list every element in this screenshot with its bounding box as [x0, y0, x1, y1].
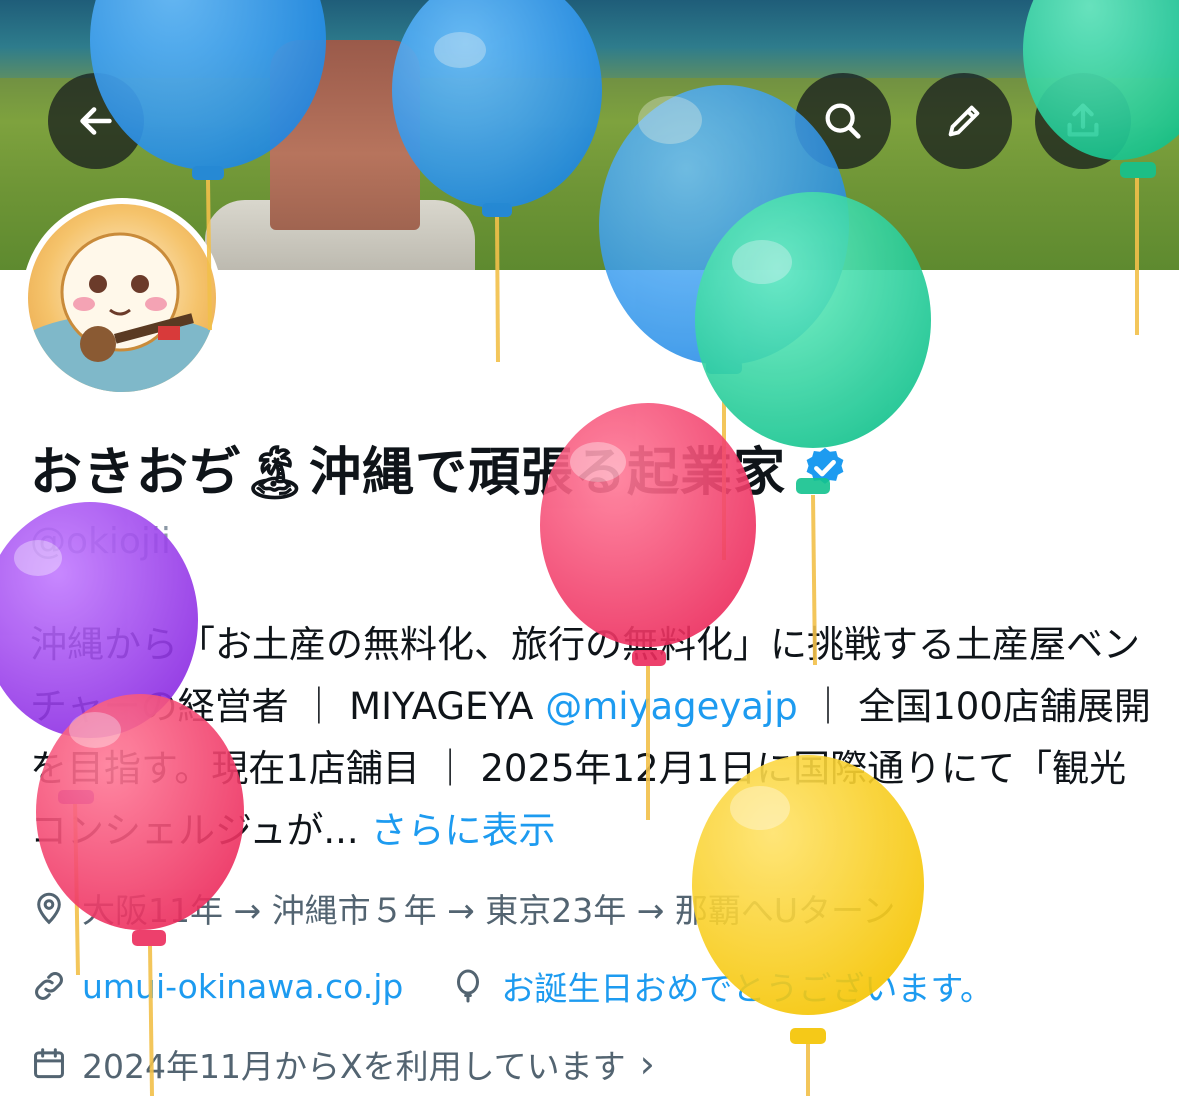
avatar-image	[28, 204, 216, 392]
link-icon	[35, 972, 63, 1000]
share-button[interactable]	[1035, 73, 1131, 169]
profile-location: 大阪11年 → 沖縄市５年 → 東京23年 → 那覇へUターン	[30, 884, 895, 932]
profile-links-row: umui-okinawa.co.jp お誕生日おめでとうございます。	[30, 962, 993, 1010]
birthday-text[interactable]: お誕生日おめでとうございます。	[501, 962, 993, 1010]
chevron-right-icon: ›	[639, 1042, 655, 1086]
location-text: 大阪11年 → 沖縄市５年 → 東京23年 → 那覇へUターン	[82, 891, 896, 930]
back-arrow-icon	[80, 107, 112, 135]
edit-button[interactable]	[916, 73, 1012, 169]
display-name-text: おきおぢ🏝沖縄で頑張る起業家	[30, 443, 787, 503]
show-more-link[interactable]: さらに表示	[370, 809, 555, 852]
pencil-icon	[948, 105, 980, 137]
search-icon	[825, 103, 861, 139]
banner-sea	[0, 0, 1179, 78]
profile-bio: 沖縄から「お土産の無料化、旅行の無料化」に挑戦する土産屋ベンチャーの経営者 ｜ …	[30, 614, 1160, 862]
location-pin-icon	[37, 892, 61, 925]
joined-text: 2024年11月からXを利用しています	[82, 1047, 626, 1086]
profile-joined[interactable]: 2024年11月からXを利用しています ›	[30, 1040, 655, 1088]
profile-avatar[interactable]	[22, 198, 222, 398]
banner-monument	[270, 40, 420, 230]
verified-badge-icon[interactable]	[802, 445, 848, 491]
balloon-icon	[457, 969, 480, 1003]
back-button[interactable]	[48, 73, 144, 169]
profile-display-name: おきおぢ🏝沖縄で頑張る起業家	[30, 430, 848, 505]
website-link[interactable]: umui-okinawa.co.jp	[82, 967, 403, 1006]
profile-handle: @okiojii	[30, 521, 171, 562]
calendar-icon	[34, 1048, 64, 1079]
search-button[interactable]	[795, 73, 891, 169]
bio-mention-link[interactable]: @miyageyajp	[545, 685, 797, 728]
avatar-character-icon	[28, 232, 216, 392]
share-icon	[1067, 103, 1099, 137]
